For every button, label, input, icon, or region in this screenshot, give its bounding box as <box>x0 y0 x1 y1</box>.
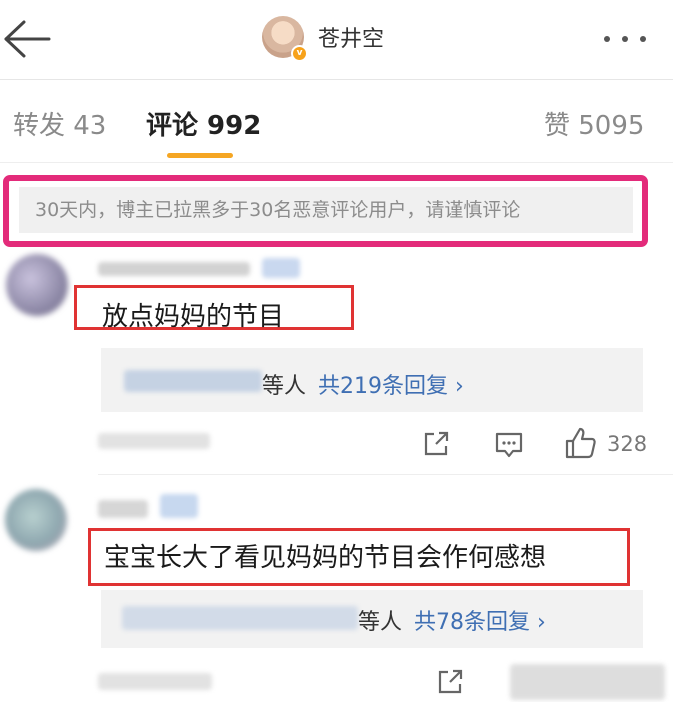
share-icon <box>424 431 449 456</box>
profile-header[interactable]: v 苍井空 <box>262 16 384 62</box>
top-bar: v 苍井空 <box>0 0 673 80</box>
arrow-left-icon <box>4 20 51 58</box>
avatar[interactable]: v <box>262 16 308 62</box>
reply-summary[interactable]: 等人 共219条回复 › <box>262 368 464 400</box>
watermark-blurred <box>510 664 665 700</box>
timestamp-blurred <box>98 673 212 690</box>
tab-comment[interactable]: 评论 992 <box>146 105 261 142</box>
reply-suffix: 等人 <box>358 610 403 635</box>
commenter-avatar[interactable] <box>5 489 67 551</box>
commenter-name-blurred[interactable] <box>98 500 148 518</box>
like-count: 328 <box>607 432 648 456</box>
share-button[interactable] <box>422 430 450 462</box>
notice-text: 30天内，博主已拉黑多于30名恶意评论用户，请谨慎评论 <box>19 187 633 233</box>
reply-count-link[interactable]: 共219条回复 › <box>318 374 464 399</box>
back-button[interactable] <box>2 18 52 60</box>
comment-button[interactable] <box>494 430 524 464</box>
comment-text: 放点妈妈的节目 <box>102 302 285 332</box>
thumbs-up-icon <box>565 427 596 459</box>
comment-divider <box>98 474 673 475</box>
reply-suffix: 等人 <box>262 374 307 399</box>
active-tab-indicator <box>167 153 233 158</box>
like-button[interactable] <box>564 426 598 464</box>
tab-repost[interactable]: 转发 43 <box>13 105 106 142</box>
reply-count-link[interactable]: 共78条回复 › <box>414 610 546 635</box>
user-badge-blurred <box>262 258 300 278</box>
notice-highlight: 30天内，博主已拉黑多于30名恶意评论用户，请谨慎评论 <box>3 175 648 247</box>
reply-names-blurred <box>124 370 262 392</box>
verified-badge: v <box>291 45 308 62</box>
tab-like[interactable]: 赞 5095 <box>544 105 644 142</box>
share-button[interactable] <box>436 668 464 700</box>
share-icon <box>438 669 463 694</box>
more-dots-icon[interactable] <box>604 36 646 42</box>
reply-names-blurred <box>122 606 358 630</box>
reply-summary[interactable]: 等人 共78条回复 › <box>358 604 546 636</box>
comment-icon <box>495 432 523 458</box>
user-badge-blurred <box>160 494 198 518</box>
profile-name[interactable]: 苍井空 <box>318 21 384 53</box>
commenter-name-blurred[interactable] <box>98 262 250 276</box>
tab-bar: 转发 43 评论 992 赞 5095 <box>0 81 673 163</box>
timestamp-blurred <box>98 433 210 449</box>
comment-text: 宝宝长大了看见妈妈的节目会作何感想 <box>104 543 547 573</box>
commenter-avatar[interactable] <box>6 254 68 316</box>
